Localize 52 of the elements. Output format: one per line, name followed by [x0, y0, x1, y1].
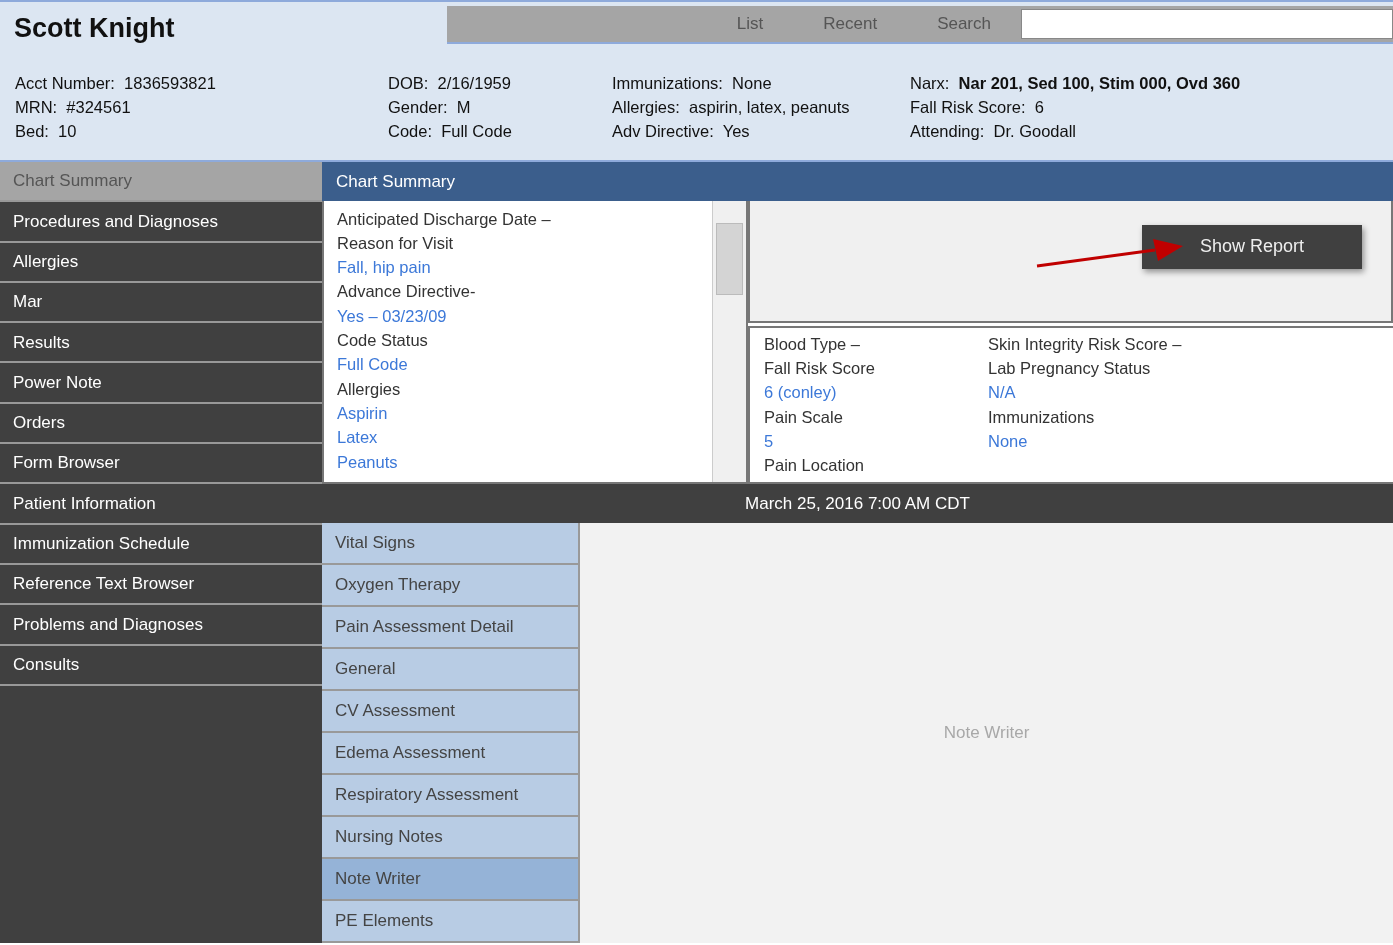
note-section-item[interactable]: Respiratory Assessment: [322, 775, 580, 817]
info-field: MRN: #324561: [15, 94, 388, 119]
summary-label: Code Status: [337, 330, 429, 351]
info-field: Code: Full Code: [388, 118, 612, 143]
summary-value: Yes – 03/23/09: [337, 305, 448, 327]
note-section-item[interactable]: Note Writer: [322, 859, 580, 901]
search-field[interactable]: [1021, 9, 1393, 39]
note-section-item[interactable]: General: [322, 649, 580, 691]
detail-value: 5: [764, 430, 775, 452]
detail-label: Pain Scale: [764, 406, 844, 428]
summary-label: Reason for Visit: [337, 232, 455, 254]
detail-value: None: [988, 430, 1029, 452]
summary-value: Aspirin: [337, 402, 389, 424]
scrollbar[interactable]: [712, 200, 746, 482]
detail-label: Pain Location: [764, 455, 865, 477]
summary-value: Peanuts: [337, 451, 399, 473]
summary-value: Latex: [337, 427, 379, 449]
note-section-item[interactable]: Nursing Notes: [322, 817, 580, 859]
summary-value: Fall, hip pain: [337, 257, 432, 279]
date-bar: March 25, 2016 7:00 AM CDT: [322, 483, 1393, 523]
note-area-label: Note Writer: [943, 722, 1030, 745]
detail-label: Blood Type –: [764, 333, 862, 355]
info-field: Narx: Nar 201, Sed 100, Stim 000, Ovd 360: [910, 70, 1393, 95]
show-report-button[interactable]: Show Report: [1142, 224, 1362, 269]
note-section-item[interactable]: Vital Signs: [322, 523, 580, 565]
info-field: Adv Directive: Yes: [612, 118, 910, 143]
section-header: Chart Summary: [322, 162, 1393, 201]
detail-value: 6 (conley): [764, 382, 838, 404]
info-field: Fall Risk Score: 6: [910, 94, 1393, 119]
detail-label: Immunizations: [988, 406, 1096, 428]
note-section-item[interactable]: CV Assessment: [322, 691, 580, 733]
info-field: Gender: M: [388, 94, 612, 119]
info-field: Allergies: aspirin, latex, peanuts: [612, 94, 910, 119]
detail-value: N/A: [988, 382, 1017, 404]
detail-label: Fall Risk Score: [764, 358, 876, 380]
info-field: Bed: 10: [15, 118, 388, 143]
note-section-item[interactable]: Oxygen Therapy: [322, 565, 580, 607]
summary-label: Advance Directive-: [337, 281, 477, 303]
note-section-item[interactable]: Edema Assessment: [322, 733, 580, 775]
info-field: Immunizations: None: [612, 70, 910, 95]
detail-label: Skin Integrity Risk Score –: [988, 333, 1183, 355]
info-field: Acct Number: 1836593821: [15, 70, 388, 95]
summary-value: Full Code: [337, 354, 409, 376]
summary-label: Allergies: [337, 378, 402, 400]
info-field: DOB: 2/16/1959: [388, 70, 612, 95]
info-field: Attending: Dr. Goodall: [910, 118, 1393, 143]
scrollbar-thumb[interactable]: [716, 222, 743, 295]
patient-name: Scott Knight: [14, 12, 175, 45]
summary-label: Anticipated Discharge Date –: [337, 208, 552, 230]
note-section-item[interactable]: Pain Assessment Detail: [322, 607, 580, 649]
detail-label: Lab Pregnancy Status: [988, 358, 1152, 380]
note-section-item[interactable]: PE Elements: [322, 901, 580, 943]
